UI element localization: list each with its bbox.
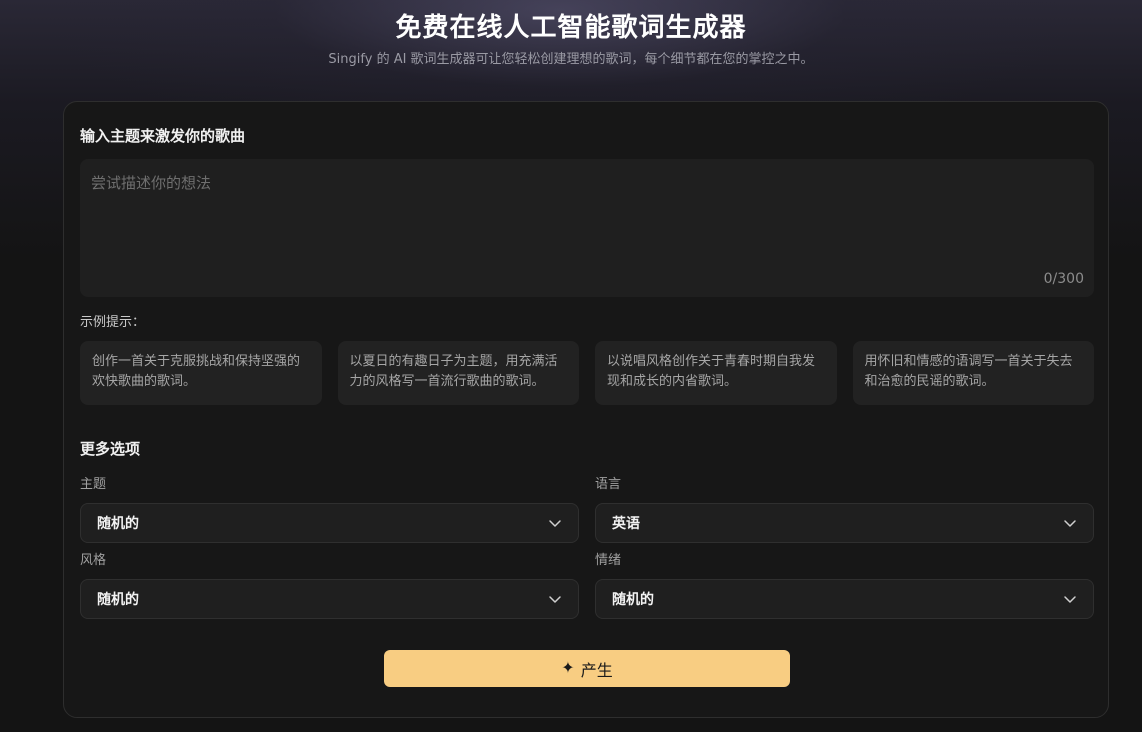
page-title: 免费在线人工智能歌词生成器 [395,13,747,43]
style-select[interactable]: 随机的 [80,579,579,619]
topic-input[interactable] [80,159,1094,297]
theme-select-value: 随机的 [97,516,139,532]
sparkle-icon: ✦ [561,659,575,677]
generate-button-label: 产生 [580,662,613,680]
chevron-down-icon [549,596,561,603]
mood-select[interactable]: 随机的 [595,579,1094,619]
generate-button[interactable]: ✦ 产生 [384,650,790,687]
theme-select[interactable]: 随机的 [80,503,579,543]
character-counter: 0/300 [1043,271,1084,287]
example-prompt-2[interactable]: 以夏日的有趣日子为主题，用充满活力的风格写一首流行歌曲的歌词。 [337,341,579,405]
topic-label: 输入主题来激发你的歌曲 [80,127,246,145]
example-prompt-4[interactable]: 用怀旧和情感的语调写一首关于失去和治愈的民谣的歌词。 [852,341,1094,405]
lyrics-form-card: 输入主题来激发你的歌曲 0/300 示例提示： 创作一首关于克服挑战和保持坚强的… [63,101,1109,718]
examples-label: 示例提示： [80,315,146,330]
example-prompts: 创作一首关于克服挑战和保持坚强的欢快歌曲的歌词。 以夏日的有趣日子为主题，用充满… [80,341,1094,405]
example-prompt-3[interactable]: 以说唱风格创作关于青春时期自我发现和成长的内省歌词。 [595,341,837,405]
style-select-value: 随机的 [97,592,139,608]
mood-select-value: 随机的 [612,592,654,608]
hero: 免费在线人工智能歌词生成器 Singify 的 AI 歌词生成器可让您轻松创建理… [0,10,1142,70]
language-label: 语言 [595,477,622,492]
example-prompt-1[interactable]: 创作一首关于克服挑战和保持坚强的欢快歌曲的歌词。 [80,341,322,405]
theme-label: 主题 [80,477,107,492]
language-field: 语言 英语 [595,475,1094,543]
style-field: 风格 随机的 [80,551,579,619]
language-select-value: 英语 [612,516,640,532]
chevron-down-icon [1064,596,1076,603]
more-options-label: 更多选项 [80,440,141,458]
language-select[interactable]: 英语 [595,503,1094,543]
topic-input-wrapper: 0/300 [80,159,1094,297]
theme-field: 主题 随机的 [80,475,579,543]
chevron-down-icon [1064,520,1076,527]
style-label: 风格 [80,553,107,568]
mood-label: 情绪 [595,553,622,568]
mood-field: 情绪 随机的 [595,551,1094,619]
chevron-down-icon [549,520,561,527]
page-subtitle: Singify 的 AI 歌词生成器可让您轻松创建理想的歌词，每个细节都在您的掌… [328,52,814,67]
